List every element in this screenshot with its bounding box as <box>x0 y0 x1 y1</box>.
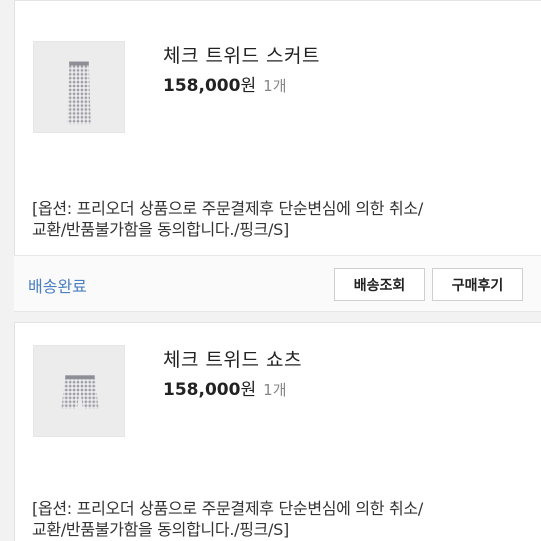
product-price: 158,000 <box>163 380 241 400</box>
currency-label: 원 <box>240 380 257 400</box>
delivery-status: 배송완료 <box>28 277 87 296</box>
product-name[interactable]: 체크 트위드 스커트 <box>163 41 320 68</box>
option-text: [옵션: 프리오더 상품으로 주문결제후 단순변심에 의한 취소/ 교환/반품불… <box>32 498 532 540</box>
product-name[interactable]: 체크 트위드 쇼츠 <box>163 345 302 372</box>
order-status-bar: 배송완료 배송조회 구매후기 <box>14 255 541 312</box>
option-line: 교환/반품불가함을 동의합니다./핑크/S] <box>32 220 289 239</box>
skirt-icon <box>34 42 124 132</box>
write-review-button[interactable]: 구매후기 <box>432 268 523 301</box>
order-item-card: 체크 트위드 스커트 158,000원 1개 [옵션: 프리오더 상품으로 주문… <box>14 0 541 255</box>
option-text: [옵션: 프리오더 상품으로 주문결제후 단순변심에 의한 취소/ 교환/반품불… <box>32 198 532 240</box>
shorts-icon <box>34 346 124 436</box>
product-thumbnail[interactable] <box>33 41 125 133</box>
price-row: 158,000원 1개 <box>163 375 287 400</box>
option-line: [옵션: 프리오더 상품으로 주문결제후 단순변심에 의한 취소/ <box>32 499 423 518</box>
option-line: 교환/반품불가함을 동의합니다./핑크/S] <box>32 520 289 539</box>
product-quantity: 1개 <box>263 77 287 95</box>
product-thumbnail[interactable] <box>33 345 125 437</box>
currency-label: 원 <box>240 76 257 96</box>
price-row: 158,000원 1개 <box>163 71 287 96</box>
card-border <box>14 323 15 541</box>
track-delivery-button[interactable]: 배송조회 <box>334 268 425 301</box>
card-border <box>14 1 15 255</box>
product-quantity: 1개 <box>263 381 287 399</box>
option-line: [옵션: 프리오더 상품으로 주문결제후 단순변심에 의한 취소/ <box>32 199 423 218</box>
product-price: 158,000 <box>163 76 241 96</box>
order-item-card: 체크 트위드 쇼츠 158,000원 1개 [옵션: 프리오더 상품으로 주문결… <box>14 322 541 541</box>
